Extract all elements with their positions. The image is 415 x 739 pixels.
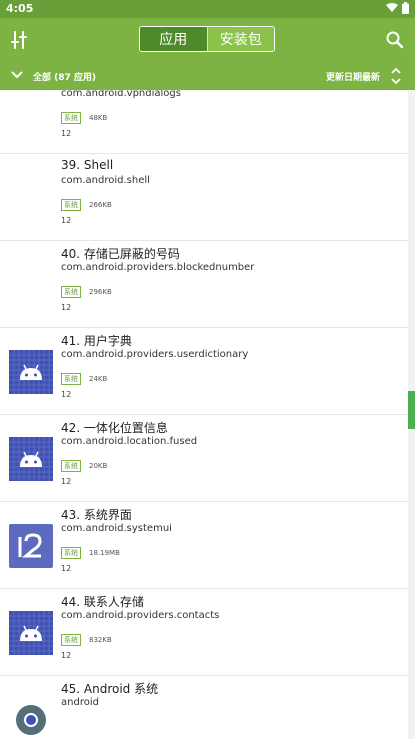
sort-toggle-icon[interactable] bbox=[390, 67, 402, 85]
view-segmented-control: 应用 安装包 bbox=[139, 26, 275, 52]
app-name: 41. 用户字典 bbox=[61, 334, 132, 348]
wifi-icon bbox=[386, 3, 398, 12]
status-bar: 4:05 bbox=[0, 0, 415, 18]
app-version: 12 bbox=[61, 651, 72, 660]
battery-icon bbox=[402, 2, 409, 14]
app-version: 12 bbox=[61, 129, 72, 138]
status-time: 4:05 bbox=[6, 2, 34, 15]
app-version: 12 bbox=[61, 564, 72, 573]
app-package: com.android.providers.contacts bbox=[61, 610, 220, 621]
scrollbar-thumb[interactable] bbox=[408, 391, 415, 429]
app-bar: 应用 安装包 bbox=[0, 18, 415, 62]
system-badge: 系统 bbox=[61, 112, 81, 124]
sort-order-label[interactable]: 更新日期最新 bbox=[326, 70, 380, 83]
chevron-down-icon[interactable] bbox=[11, 70, 23, 80]
app-package: android bbox=[61, 697, 99, 708]
app-package: com.android.location.fused bbox=[61, 436, 198, 447]
app-name: 45. Android 系统 bbox=[61, 682, 159, 696]
app-package: com.android.providers.blockednumber bbox=[61, 262, 255, 273]
list-item[interactable]: 40. 存储已屏蔽的号码 com.android.providers.blocke… bbox=[0, 242, 408, 328]
list-item[interactable]: 45. Android 系统 android bbox=[0, 677, 408, 739]
app-package: com.android.systemui bbox=[61, 523, 172, 534]
tab-packages[interactable]: 安装包 bbox=[206, 27, 274, 51]
system-badge: 系统 bbox=[61, 634, 81, 646]
app-package: com.android.providers.userdictionary bbox=[61, 349, 249, 360]
app-name: 44. 联系人存储 bbox=[61, 595, 144, 609]
list-item[interactable]: 41. 用户字典 com.android.providers.userdictio… bbox=[0, 329, 408, 415]
app-size: 24KB bbox=[89, 375, 108, 383]
list-item[interactable]: 42. 一体化位置信息 com.android.location.fused 系统 2… bbox=[0, 416, 408, 502]
gear-icon bbox=[9, 698, 53, 739]
app-name: 39. Shell bbox=[61, 158, 114, 172]
system-badge: 系统 bbox=[61, 547, 81, 559]
system-badge: 系统 bbox=[61, 460, 81, 472]
app-package: com.android.shell bbox=[61, 175, 150, 186]
app-version: 12 bbox=[61, 477, 72, 486]
android-12-icon bbox=[9, 524, 53, 568]
android-robot-icon bbox=[9, 350, 53, 394]
search-icon[interactable] bbox=[383, 28, 407, 52]
app-size: 18.19MB bbox=[89, 549, 120, 557]
system-badge: 系统 bbox=[61, 199, 81, 211]
android-robot-icon bbox=[9, 611, 53, 655]
app-name: 42. 一体化位置信息 bbox=[61, 421, 168, 435]
app-scope-filter[interactable]: 全部 (87 应用) bbox=[33, 70, 96, 83]
list-item[interactable]: 39. Shell com.android.shell 系统 266KB 12 bbox=[0, 155, 408, 241]
app-list: 38. VpnDialogscom.android.vpndialogs系统48… bbox=[0, 90, 408, 739]
filter-sort-bar: 全部 (87 应用) 更新日期最新 bbox=[0, 62, 415, 90]
app-name: 40. 存储已屏蔽的号码 bbox=[61, 247, 180, 261]
app-name: 43. 系统界面 bbox=[61, 508, 132, 522]
app-size: 48KB bbox=[89, 114, 108, 122]
system-badge: 系统 bbox=[61, 286, 81, 298]
filter-settings-icon[interactable] bbox=[8, 28, 32, 52]
list-item[interactable]: 44. 联系人存储 com.android.providers.contacts 系… bbox=[0, 590, 408, 676]
app-package: com.android.vpndialogs bbox=[61, 90, 181, 99]
app-size: 20KB bbox=[89, 462, 108, 470]
android-robot-icon bbox=[9, 437, 53, 481]
system-badge: 系统 bbox=[61, 373, 81, 385]
app-size: 296KB bbox=[89, 288, 112, 296]
list-item[interactable]: 43. 系统界面 com.android.systemui 系统 18.19MB 12 bbox=[0, 503, 408, 589]
tab-apps[interactable]: 应用 bbox=[140, 27, 207, 51]
app-version: 12 bbox=[61, 303, 72, 312]
list-item[interactable]: 38. VpnDialogscom.android.vpndialogs系统48… bbox=[0, 90, 408, 154]
app-version: 12 bbox=[61, 390, 72, 399]
app-version: 12 bbox=[61, 216, 72, 225]
app-size: 832KB bbox=[89, 636, 112, 644]
app-size: 266KB bbox=[89, 201, 112, 209]
